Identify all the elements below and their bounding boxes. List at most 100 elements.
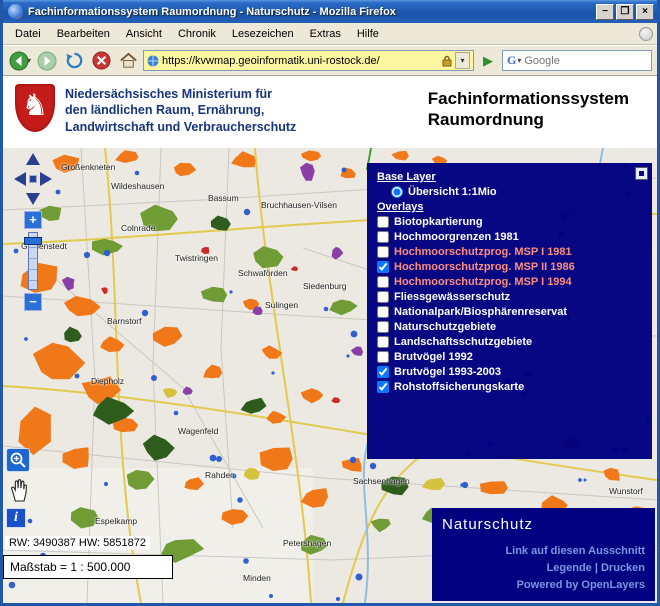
search-input[interactable]	[524, 55, 647, 67]
base-layer-label: Übersicht 1:1Mio	[408, 186, 497, 198]
base-layer-radio[interactable]	[391, 186, 403, 198]
url-input[interactable]	[162, 55, 439, 67]
overlay-label: Hochmoorgrenzen 1981	[394, 231, 519, 243]
overlay-label: Rohstoffsicherungskarte	[394, 381, 524, 393]
ministry-line: Landwirtschaft und Verbraucherschutz	[65, 119, 296, 135]
menu-item[interactable]: Ansicht	[118, 25, 170, 43]
overlay-checkbox[interactable]	[377, 216, 389, 228]
overlay-label: Hochmoorschutzprog. MSP I 1994	[394, 276, 572, 288]
back-arrow-icon	[9, 51, 29, 71]
zoom-tick	[29, 269, 37, 270]
back-button[interactable]: ▾	[8, 49, 32, 73]
horse-icon: ♞	[22, 91, 49, 121]
stop-button[interactable]	[89, 49, 113, 73]
pan-north-button[interactable]	[26, 153, 40, 165]
padlock-icon	[442, 55, 452, 67]
overlay-checkbox[interactable]	[377, 366, 389, 378]
menu-item[interactable]: Datei	[7, 25, 49, 43]
panzoom-control: + −	[13, 153, 53, 311]
hand-icon	[8, 478, 30, 502]
pan-west-button[interactable]	[14, 172, 26, 186]
naturschutz-link[interactable]: Legende | Drucken	[505, 560, 645, 577]
overlay-row: Naturschutzgebiete	[377, 321, 646, 333]
overlay-row: Brutvögel 1992	[377, 351, 646, 363]
scale-readout: Maßstab = 1 : 500.000	[3, 555, 173, 579]
overlay-checkbox[interactable]	[377, 231, 389, 243]
menu-item[interactable]: Lesezeichen	[224, 25, 302, 43]
zoom-box-tool-button[interactable]	[6, 448, 30, 472]
zoom-out-button[interactable]: −	[24, 293, 42, 311]
menubar: DateiBearbeitenAnsichtChronikLesezeichen…	[3, 23, 657, 45]
ministry-line: den ländlichen Raum, Ernährung,	[65, 102, 296, 118]
overlay-row: Hochmoorgrenzen 1981	[377, 231, 646, 243]
overlay-row: Biotopkartierung	[377, 216, 646, 228]
reload-button[interactable]	[62, 49, 86, 73]
overlay-label: Hochmoorschutzprog. MSP I 1981	[394, 246, 572, 258]
nav-toolbar: ▾ ▾ ▶ G ▾	[3, 45, 657, 76]
page-title: Fachinformationssystem Raumordnung	[428, 84, 629, 148]
overlay-checkbox[interactable]	[377, 246, 389, 258]
search-engine-dropdown-icon[interactable]: ▾	[517, 56, 521, 65]
zoom-slider-handle[interactable]	[24, 237, 42, 245]
overlay-checkbox[interactable]	[377, 351, 389, 363]
forward-button[interactable]	[35, 49, 59, 73]
go-button[interactable]: ▶	[477, 50, 499, 72]
overlay-checkbox[interactable]	[377, 381, 389, 393]
zoom-tick	[29, 258, 37, 259]
url-bar: ▾	[143, 50, 474, 71]
overlay-row: Rohstoffsicherungskarte	[377, 381, 646, 393]
throbber-icon	[639, 27, 653, 41]
naturschutz-link[interactable]: Powered by OpenLayers	[505, 577, 645, 594]
lower-saxony-coat-of-arms: ♞	[15, 84, 55, 132]
pan-hand-tool-button[interactable]	[6, 477, 32, 503]
overlay-checkbox[interactable]	[377, 276, 389, 288]
overlay-row: Hochmoorschutzprog. MSP I 1981	[377, 246, 646, 258]
pan-east-button[interactable]	[40, 172, 52, 186]
maximize-button[interactable]: ❐	[616, 4, 634, 20]
overlay-checkbox[interactable]	[377, 306, 389, 318]
overlay-label: Nationalpark/Biosphärenreservat	[394, 306, 567, 318]
overlay-label: Brutvögel 1993-2003	[394, 366, 501, 378]
zoom-in-button[interactable]: +	[24, 211, 42, 229]
map-viewport[interactable]: GroßenknetenWildeshausenBassumBruchhause…	[3, 148, 657, 603]
close-button[interactable]: ×	[636, 4, 654, 20]
naturschutz-links: Link auf diesen AusschnittLegende | Druc…	[505, 543, 645, 594]
panel-minimize-button[interactable]	[635, 167, 648, 180]
site-favicon	[147, 55, 159, 67]
home-button[interactable]	[116, 49, 140, 73]
overlay-row: Fliessgewässerschutz	[377, 291, 646, 303]
overlay-checkbox[interactable]	[377, 321, 389, 333]
pan-south-button[interactable]	[26, 193, 40, 205]
naturschutz-link[interactable]: Link auf diesen Ausschnitt	[505, 543, 645, 560]
info-tool-button[interactable]: i	[6, 508, 26, 528]
base-layer-row: Übersicht 1:1Mio	[391, 186, 646, 198]
zoom-slider-track[interactable]	[28, 232, 38, 290]
menu-item[interactable]: Chronik	[170, 25, 224, 43]
ministry-name: Niedersächsisches Ministerium für den lä…	[65, 84, 296, 148]
naturschutz-panel: Naturschutz Link auf diesen AusschnittLe…	[432, 508, 655, 601]
magnifier-icon	[9, 451, 27, 469]
overlay-checkbox[interactable]	[377, 261, 389, 273]
search-engine-icon: G	[507, 53, 516, 68]
overlay-label: Naturschutzgebiete	[394, 321, 496, 333]
search-box: G ▾	[502, 50, 652, 71]
overlay-label: Fliessgewässerschutz	[394, 291, 510, 303]
minimize-button[interactable]: −	[596, 4, 614, 20]
overlay-row: Hochmoorschutzprog. MSP I 1994	[377, 276, 646, 288]
base-layer-list: Übersicht 1:1Mio	[391, 186, 646, 198]
menu-item[interactable]: Extras	[302, 25, 349, 43]
overlay-label: Biotopkartierung	[394, 216, 483, 228]
menu-item[interactable]: Bearbeiten	[49, 25, 118, 43]
menu-items: DateiBearbeitenAnsichtChronikLesezeichen…	[7, 25, 639, 43]
overlay-checkbox[interactable]	[377, 336, 389, 348]
url-dropdown-button[interactable]: ▾	[455, 52, 470, 69]
menu-item[interactable]: Hilfe	[349, 25, 387, 43]
pan-center-button[interactable]	[29, 175, 37, 183]
browser-window: Fachinformationssystem Raumordnung - Nat…	[0, 0, 660, 606]
reload-icon	[65, 51, 84, 70]
ministry-line: Niedersächsisches Ministerium für	[65, 86, 296, 102]
naturschutz-title: Naturschutz	[442, 516, 645, 533]
overlay-checkbox[interactable]	[377, 291, 389, 303]
zoom-tick	[29, 280, 37, 281]
back-dropdown-icon[interactable]: ▾	[27, 56, 31, 65]
